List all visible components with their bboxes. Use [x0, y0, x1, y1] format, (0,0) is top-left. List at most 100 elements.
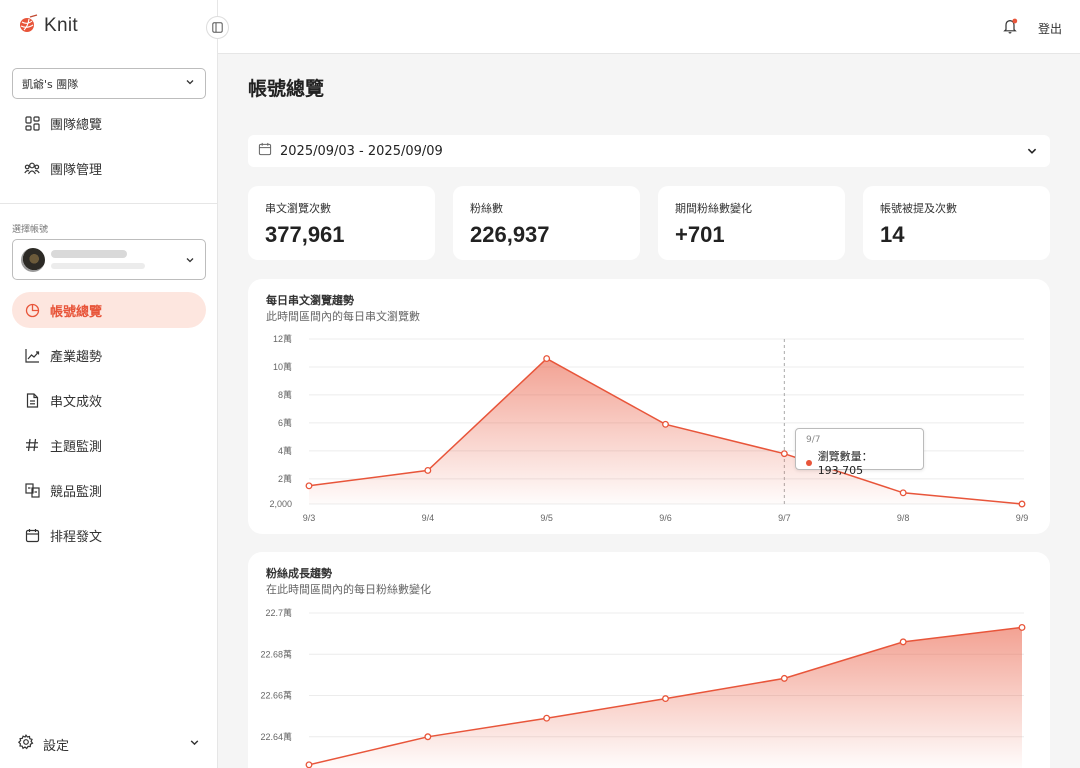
y-tick-label: 12萬	[273, 333, 292, 344]
settings-menu[interactable]: 設定	[17, 734, 200, 754]
data-point[interactable]	[1018, 500, 1026, 508]
data-point[interactable]	[305, 761, 313, 768]
follower-growth-chart: 22.62萬22.64萬22.66萬22.68萬22.7萬	[260, 607, 1026, 768]
sidebar-item-label: 競品監測	[50, 484, 103, 500]
data-point[interactable]	[424, 733, 432, 741]
sidebar: Knit 凱爺's 團隊 團隊總覽 團隊管理 選擇帳號 帳號總覽 產業趨勢 串文…	[0, 0, 218, 768]
account-section-label: 選擇帳號	[12, 225, 49, 235]
sidebar-item-account-overview[interactable]: 帳號總覽	[12, 292, 206, 328]
app-name: Knit	[44, 15, 78, 36]
compare-icon	[24, 482, 40, 498]
gear-icon	[17, 734, 34, 754]
sidebar-item-team-overview[interactable]: 團隊總覽	[12, 105, 206, 141]
team-select-label: 凱爺's 團隊	[22, 77, 79, 91]
users-icon	[24, 160, 40, 176]
tooltip-series-dot	[806, 459, 812, 466]
sidebar-item-label: 產業趨勢	[50, 349, 103, 365]
avatar	[21, 247, 45, 272]
sidebar-item-label: 團隊總覽	[50, 117, 103, 133]
stat-card-post-views: 串文瀏覽次數 377,961	[248, 186, 435, 260]
data-point[interactable]	[780, 450, 788, 458]
stat-card-mentions: 帳號被提及次數 14	[863, 186, 1050, 260]
data-point[interactable]	[662, 695, 669, 703]
sidebar-item-topic-monitoring[interactable]: 主題監測	[12, 427, 206, 463]
sidebar-item-label: 帳號總覽	[50, 304, 103, 320]
stat-card-followers: 粉絲數 226,937	[453, 186, 640, 260]
x-tick-label: 9/5	[540, 513, 553, 523]
y-tick-label: 22.7萬	[265, 607, 292, 618]
data-point[interactable]	[1018, 623, 1026, 631]
settings-label: 設定	[43, 738, 70, 754]
y-tick-label: 6萬	[278, 417, 292, 428]
sidebar-item-post-performance[interactable]: 串文成效	[12, 382, 206, 418]
calendar-icon	[24, 527, 40, 543]
data-point[interactable]	[780, 674, 788, 682]
daily-views-chart-card: 每日串文瀏覽趨勢 此時間區間內的每日串文瀏覽數 2,000 2萬 4萬 6萬 8萬 10萬…	[248, 279, 1050, 534]
sidebar-item-scheduled-posts[interactable]: 排程發文	[12, 517, 206, 553]
y-tick-label: 8萬	[278, 389, 292, 400]
data-point[interactable]	[543, 714, 551, 722]
account-name-placeholder	[51, 250, 185, 269]
sidebar-divider	[0, 203, 217, 204]
x-tick-label: 9/4	[422, 513, 435, 523]
stat-label: 粉絲數	[470, 202, 503, 215]
date-range-value: 2025/09/03 - 2025/09/09	[280, 143, 443, 159]
y-tick-label: 22.68萬	[260, 648, 292, 659]
y-tick-label: 4萬	[278, 445, 292, 456]
y-tick-label: 2萬	[278, 473, 292, 484]
sidebar-collapse-button[interactable]	[206, 16, 229, 39]
stat-value: 377,961	[265, 222, 345, 247]
chevron-down-icon	[185, 250, 195, 269]
x-tick-label: 9/8	[897, 513, 910, 523]
trend-icon	[24, 347, 40, 363]
sidebar-item-label: 團隊管理	[50, 162, 103, 178]
top-bar: 登出	[218, 0, 1080, 54]
calendar-icon	[258, 142, 272, 160]
data-point[interactable]	[305, 482, 313, 490]
logout-button[interactable]: 登出	[1038, 20, 1062, 37]
chevron-down-icon	[1026, 142, 1038, 161]
daily-views-chart: 2,000 2萬 4萬 6萬 8萬 10萬 12萬 9/3 9/4 9/5 9/6 9/7 9/8 9/9	[269, 333, 1029, 523]
document-icon	[24, 392, 40, 408]
pie-chart-icon	[24, 302, 40, 318]
grid-icon	[24, 115, 40, 131]
chart-tooltip: 9/7 瀏覽數量：193,705	[795, 428, 924, 477]
sidebar-item-label: 排程發文	[50, 529, 103, 545]
chevron-down-icon	[185, 77, 195, 90]
sidebar-item-team-management[interactable]: 團隊管理	[12, 150, 206, 186]
stat-label: 期間粉絲數變化	[675, 202, 752, 215]
x-tick-label: 9/9	[1016, 513, 1029, 523]
y-tick-label: 2,000	[269, 499, 292, 509]
stat-value: 226,937	[470, 222, 550, 247]
data-point[interactable]	[662, 420, 669, 428]
tooltip-value: 瀏覽數量：193,705	[817, 450, 873, 477]
date-range-picker[interactable]: 2025/09/03 - 2025/09/09	[248, 135, 1050, 167]
stat-value: +701	[675, 222, 725, 247]
x-tick-label: 9/7	[778, 513, 791, 523]
stat-value: 14	[880, 222, 905, 247]
team-select[interactable]: 凱爺's 團隊	[12, 68, 206, 99]
stat-label: 帳號被提及次數	[880, 202, 957, 215]
account-select[interactable]	[12, 239, 206, 280]
data-point[interactable]	[543, 355, 551, 363]
tooltip-category: 9/7	[806, 435, 821, 445]
data-point[interactable]	[899, 638, 907, 646]
sidebar-item-label: 主題監測	[50, 439, 103, 455]
stat-label: 串文瀏覽次數	[265, 202, 331, 215]
follower-growth-chart-card: 粉絲成長趨勢 在此時間區間內的每日粉絲數變化 22.62萬22.64萬22.66…	[248, 552, 1050, 768]
sidebar-item-industry-trends[interactable]: 產業趨勢	[12, 337, 206, 373]
x-tick-label: 9/6	[659, 513, 672, 523]
sidebar-item-competitor-monitoring[interactable]: 競品監測	[12, 472, 206, 508]
logo[interactable]: Knit	[18, 14, 78, 38]
yarn-ball-icon	[18, 14, 38, 38]
chevron-down-icon	[189, 737, 200, 752]
notification-bell-icon[interactable]	[1003, 18, 1018, 38]
sidebar-item-label: 串文成效	[50, 394, 103, 410]
data-point[interactable]	[424, 466, 432, 474]
hashtag-icon	[24, 437, 40, 453]
stat-card-follower-change: 期間粉絲數變化 +701	[658, 186, 845, 260]
y-tick-label: 22.66萬	[260, 690, 292, 701]
x-tick-label: 9/3	[303, 513, 316, 523]
y-tick-label: 22.64萬	[260, 731, 292, 742]
data-point[interactable]	[899, 489, 907, 497]
